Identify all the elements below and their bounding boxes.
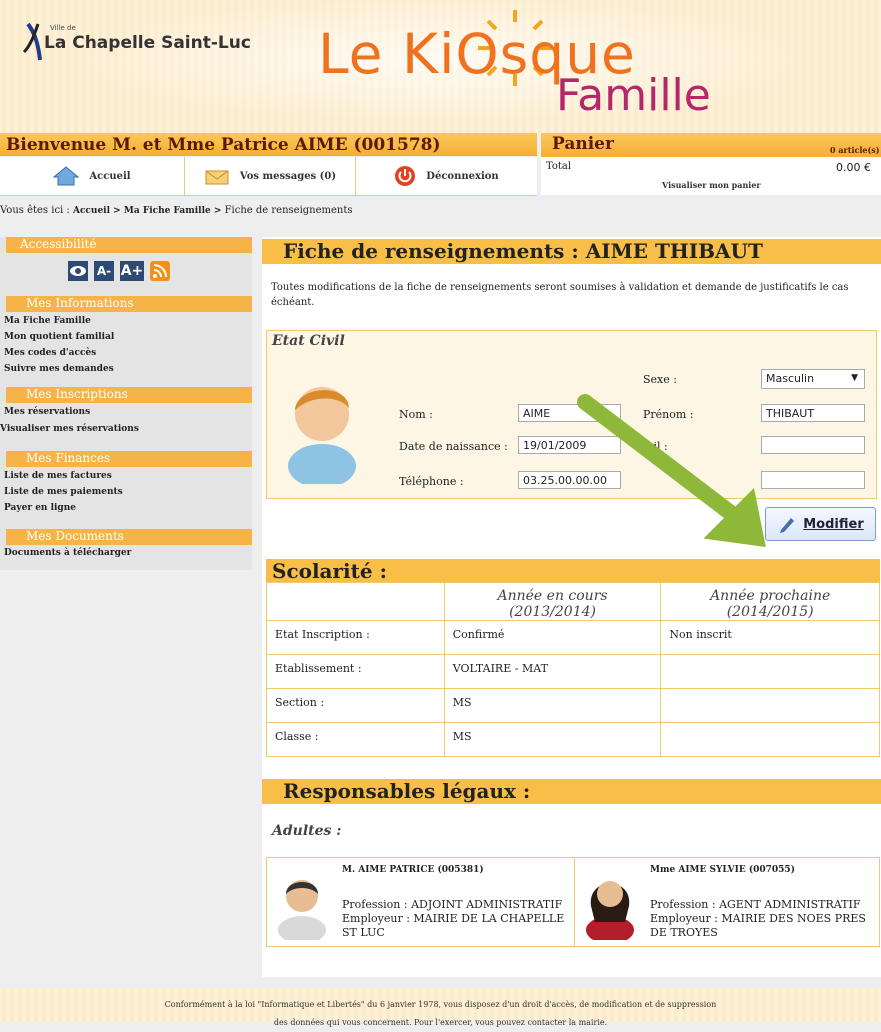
sidebar-header-documents: Mes Documents (6, 529, 252, 545)
table-row: Etat Inscription : Confirmé Non inscrit (266, 620, 880, 655)
adult-profession: Profession : ADJOINT ADMINISTRATIF (342, 898, 563, 911)
sexe-value: Masculin (766, 372, 815, 385)
cart-count: 0 article(s) (830, 145, 880, 155)
adult-employer: Employeur : MAIRIE DE LA CHAPELLE ST LUC (342, 912, 565, 939)
adult-profession: Profession : AGENT ADMINISTRATIF (650, 898, 861, 911)
nav-logout[interactable]: Déconnexion (356, 157, 537, 195)
sidebar-header-informations: Mes Informations (6, 296, 252, 312)
table-cell: Confirmé (443, 620, 662, 655)
sidebar-link-factures[interactable]: Liste de mes factures (4, 471, 112, 481)
cart-title: Panier (552, 134, 614, 154)
sidebar-link-documents[interactable]: Documents à télécharger (4, 548, 131, 558)
accessibility-tools: A- A+ (68, 261, 170, 281)
nav-logout-label: Déconnexion (426, 170, 499, 182)
sidebar-link-codes[interactable]: Mes codes d'accès (4, 348, 96, 358)
table-cell (660, 722, 880, 757)
adult-card-father[interactable]: M. AIME PATRICE (005381) Profession : AD… (266, 857, 575, 947)
city-name[interactable]: La Chapelle Saint-Luc (44, 33, 251, 53)
sexe-label: Sexe : (643, 373, 677, 386)
sidebar-link-quotient[interactable]: Mon quotient familial (4, 332, 114, 342)
nav-home-label: Accueil (89, 170, 131, 182)
nav-messages-label: Vos messages (0) (239, 170, 337, 182)
etat-civil-label: Etat Civil (272, 333, 345, 349)
woman-avatar-icon (586, 881, 634, 940)
nav-home[interactable]: Accueil (0, 157, 185, 195)
adult-name: M. AIME PATRICE (005381) (342, 865, 484, 875)
power-icon (395, 166, 416, 186)
envelope-icon (205, 170, 229, 185)
breadcrumb-current: Fiche de renseignements (224, 205, 353, 216)
nom-label: Nom : (399, 408, 433, 421)
breadcrumb-fiche-famille[interactable]: Ma Fiche Famille > (124, 206, 222, 216)
sidebar-header-finances: Mes Finances (6, 451, 252, 467)
sidebar-link-fiche-famille[interactable]: Ma Fiche Famille (4, 316, 91, 326)
table-header-cell: Année en cours (2013/2014) (443, 582, 662, 621)
adultes-label: Adultes : (272, 823, 342, 839)
info-text: Toutes modifications de la fiche de rens… (271, 282, 849, 308)
telephone-label: Téléphone : (399, 475, 464, 488)
sexe-select[interactable]: Masculin ▼ (761, 369, 865, 389)
text-larger-icon[interactable]: A+ (120, 261, 144, 281)
footer-line-2: des données qui vous concernent. Pour l'… (273, 1018, 608, 1027)
cart-total-label: Total (546, 161, 572, 172)
table-cell: Classe : (266, 722, 445, 757)
responsables-title: Responsables légaux : (283, 779, 531, 803)
adult-name: Mme AIME SYLVIE (007055) (650, 865, 795, 875)
sidebar-link-visualiser-reservations[interactable]: Visualiser mes réservations (0, 424, 139, 434)
table-header-row: Année en cours (2013/2014) Année prochai… (266, 582, 880, 621)
sidebar-accessibility-header: Accessibilité (6, 237, 252, 253)
table-row: Classe : MS (266, 722, 880, 757)
child-avatar-icon (288, 387, 356, 484)
modifier-label: Modifier (803, 516, 864, 532)
text-smaller-icon[interactable]: A- (94, 261, 114, 281)
table-cell: Section : (266, 688, 445, 723)
sidebar-link-payer[interactable]: Payer en ligne (4, 503, 76, 513)
sidebar-link-paiements[interactable]: Liste de mes paiements (4, 487, 123, 497)
table-cell (660, 654, 880, 689)
table-header-cell: Année prochaine (2014/2015) (660, 582, 880, 621)
table-cell: Etat Inscription : (266, 620, 445, 655)
adult-employer: Employeur : MAIRIE DES NOES PRES DE TROY… (650, 912, 866, 939)
scolarite-table: Année en cours (2013/2014) Année prochai… (266, 582, 880, 757)
city-logo-icon[interactable] (22, 22, 44, 62)
footer-text: Conformément à la loi "Informatique et L… (0, 996, 881, 1032)
table-cell: Etablissement : (266, 654, 445, 689)
table-header-cell (266, 582, 445, 621)
nav-messages[interactable]: Vos messages (0) (185, 157, 356, 195)
table-row: Section : MS (266, 688, 880, 723)
city-label-small: Ville de (50, 24, 76, 32)
sidebar-link-reservations[interactable]: Mes réservations (4, 407, 90, 417)
man-avatar-icon (278, 880, 326, 940)
table-cell: Non inscrit (660, 620, 880, 655)
brand-famille: Famille (556, 70, 711, 121)
table-cell: VOLTAIRE - MAT (443, 654, 662, 689)
breadcrumb-prefix: Vous êtes ici : (0, 205, 73, 216)
sidebar-header-inscriptions: Mes Inscriptions (6, 387, 252, 403)
cart-total-value: 0.00 € (836, 161, 871, 174)
view-cart-link[interactable]: Visualiser mon panier (662, 180, 761, 190)
table-cell: MS (443, 688, 662, 723)
welcome-text: Bienvenue M. et Mme Patrice AIME (001578… (6, 135, 441, 155)
rss-icon[interactable] (150, 261, 170, 281)
page-title: Fiche de renseignements : AIME THIBAUT (283, 239, 763, 263)
dob-label: Date de naissance : (399, 440, 508, 453)
sidebar-link-demandes[interactable]: Suivre mes demandes (4, 364, 114, 374)
arrow-annotation (577, 394, 767, 549)
footer-line-1: Conformément à la loi "Informatique et L… (164, 1000, 717, 1009)
chevron-down-icon: ▼ (851, 373, 858, 383)
scolarite-title: Scolarité : (272, 559, 387, 583)
sidebar: Accessibilité A- A+ Mes Informations Ma … (0, 237, 252, 570)
modifier-button[interactable]: Modifier (765, 507, 876, 541)
table-cell (660, 688, 880, 723)
home-icon (53, 166, 80, 186)
table-row: Etablissement : VOLTAIRE - MAT (266, 654, 880, 689)
main-nav: Accueil Vos messages (0) Déconnexion (0, 157, 537, 196)
eye-icon[interactable] (68, 261, 88, 281)
table-cell: MS (443, 722, 662, 757)
breadcrumb-accueil[interactable]: Accueil > (73, 206, 121, 216)
adult-card-mother[interactable]: Mme AIME SYLVIE (007055) Profession : AG… (574, 857, 880, 947)
pencil-icon (780, 518, 795, 533)
breadcrumb: Vous êtes ici : Accueil > Ma Fiche Famil… (0, 205, 353, 216)
